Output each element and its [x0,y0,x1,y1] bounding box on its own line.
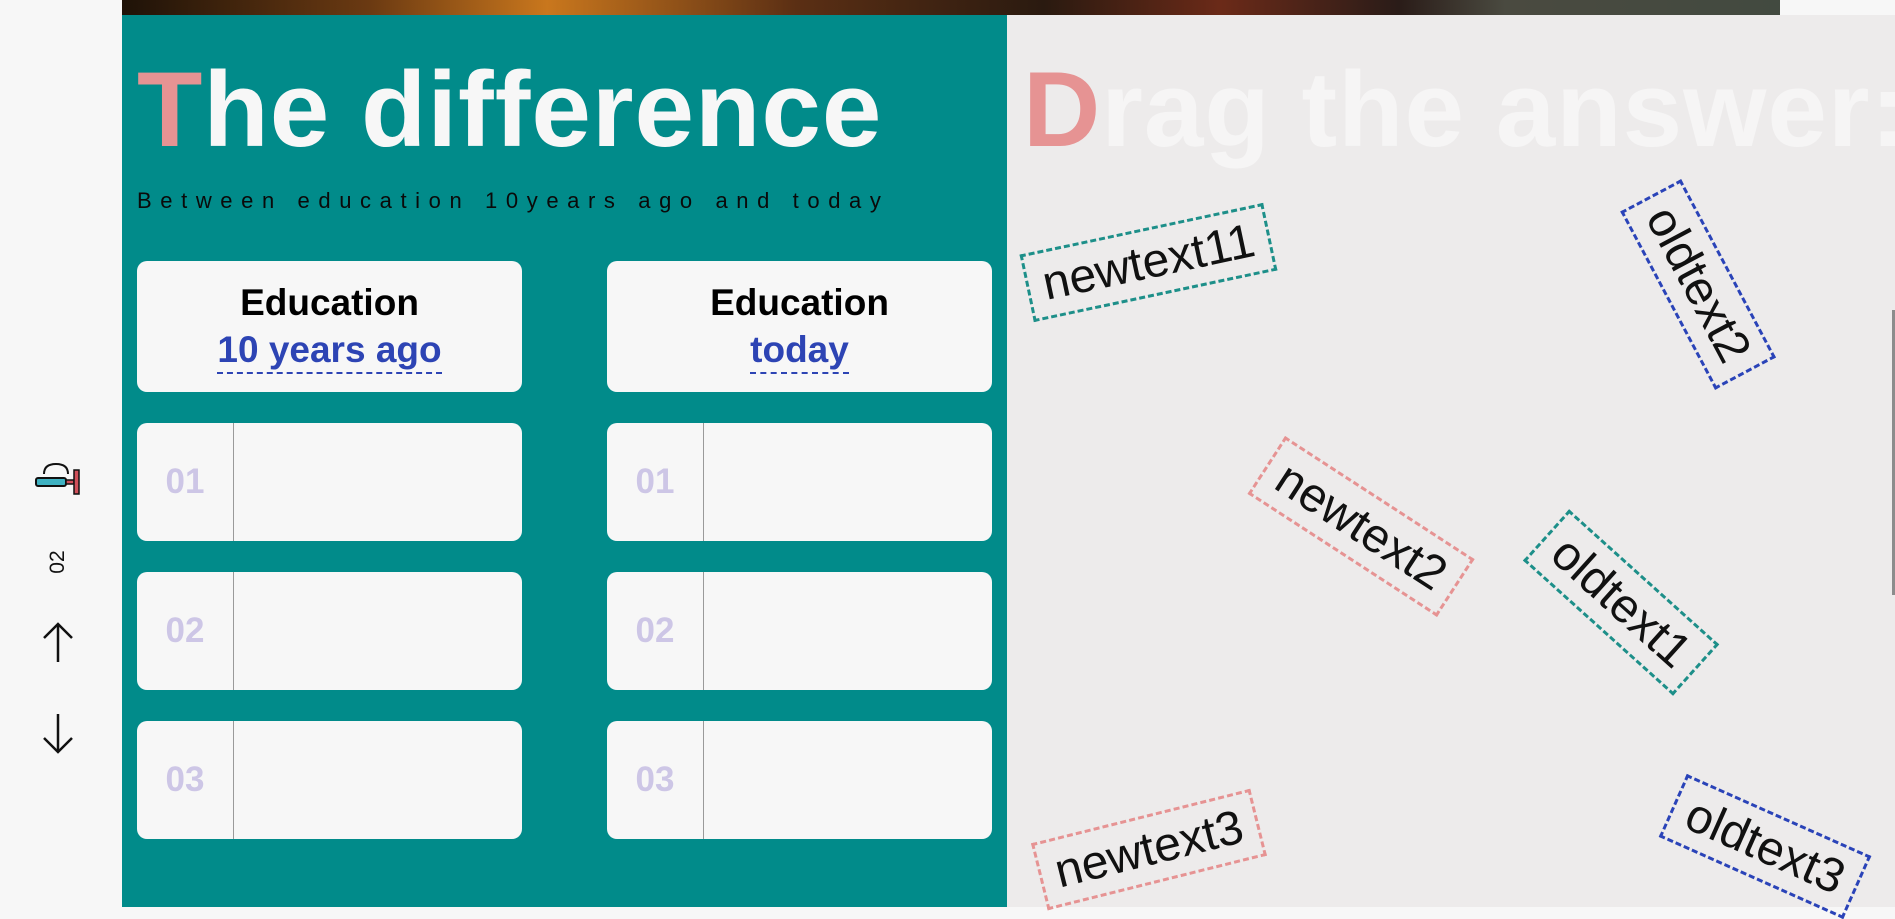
slot-number: 03 [137,721,234,839]
drop-zone[interactable] [234,721,522,839]
column-header-past: Education 10 years ago [137,261,522,392]
column-label: Education [240,282,419,323]
sidebar: 02 [0,0,122,907]
arrow-down-icon[interactable] [38,712,78,756]
slot-number: 02 [607,572,704,690]
column-label: Education [710,282,889,323]
answer-bank-title: Drag the answer: [1023,56,1895,163]
page-subtitle: Between education 10years ago and today [137,188,890,213]
page-number: 02 [46,550,69,574]
header-image-strip [122,0,1895,15]
title-text: rag the answer: [1101,49,1895,169]
slot-number: 02 [137,572,234,690]
drop-slot-past-3: 03 [137,721,522,839]
drop-slot-past-2: 02 [137,572,522,690]
column-sublabel: today [750,331,849,374]
drop-slot-today-1: 01 [607,423,992,541]
drop-zone[interactable] [234,423,522,541]
title-initial: T [137,49,204,169]
drop-zone[interactable] [704,572,992,690]
header-strip-gap [1780,0,1895,15]
paint-tool-icon[interactable] [34,462,82,500]
drop-zone[interactable] [234,572,522,690]
drop-slot-today-2: 02 [607,572,992,690]
title-text: he difference [203,49,883,169]
drop-slot-today-3: 03 [607,721,992,839]
slot-number: 01 [607,423,704,541]
drop-zone[interactable] [704,721,992,839]
drop-slot-past-1: 01 [137,423,522,541]
slot-number: 03 [607,721,704,839]
title-initial: D [1023,49,1102,169]
slot-number: 01 [137,423,234,541]
column-header-today: Education today [607,261,992,392]
column-sublabel: 10 years ago [217,331,442,374]
drop-zone[interactable] [704,423,992,541]
page-title: The difference [137,56,882,163]
arrow-up-icon[interactable] [38,620,78,664]
